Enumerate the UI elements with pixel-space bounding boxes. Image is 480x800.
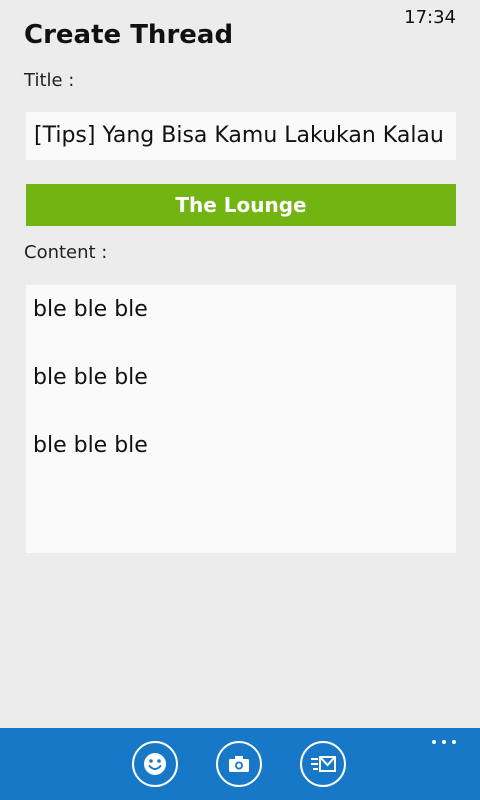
content-line: ble ble ble: [33, 297, 148, 322]
title-input[interactable]: [26, 112, 456, 160]
camera-button[interactable]: [216, 741, 262, 787]
app-bar: [0, 728, 480, 800]
page-title: Create Thread: [24, 20, 234, 50]
title-label: Title :: [24, 70, 75, 91]
camera-icon: [229, 756, 249, 772]
content-line: ble ble ble: [33, 365, 148, 390]
emoji-icon: [144, 753, 166, 775]
content-label: Content :: [24, 242, 108, 263]
content-textarea[interactable]: ble ble ble ble ble ble ble ble ble: [26, 285, 456, 553]
emoji-button[interactable]: [132, 741, 178, 787]
send-message-icon: [311, 756, 336, 772]
content-line: ble ble ble: [33, 433, 148, 458]
more-options-button[interactable]: [432, 740, 456, 744]
status-time: 17:34: [404, 7, 456, 28]
forum-select-button[interactable]: The Lounge: [26, 184, 456, 226]
more-dots-icon: [432, 740, 436, 744]
send-button[interactable]: [300, 741, 346, 787]
